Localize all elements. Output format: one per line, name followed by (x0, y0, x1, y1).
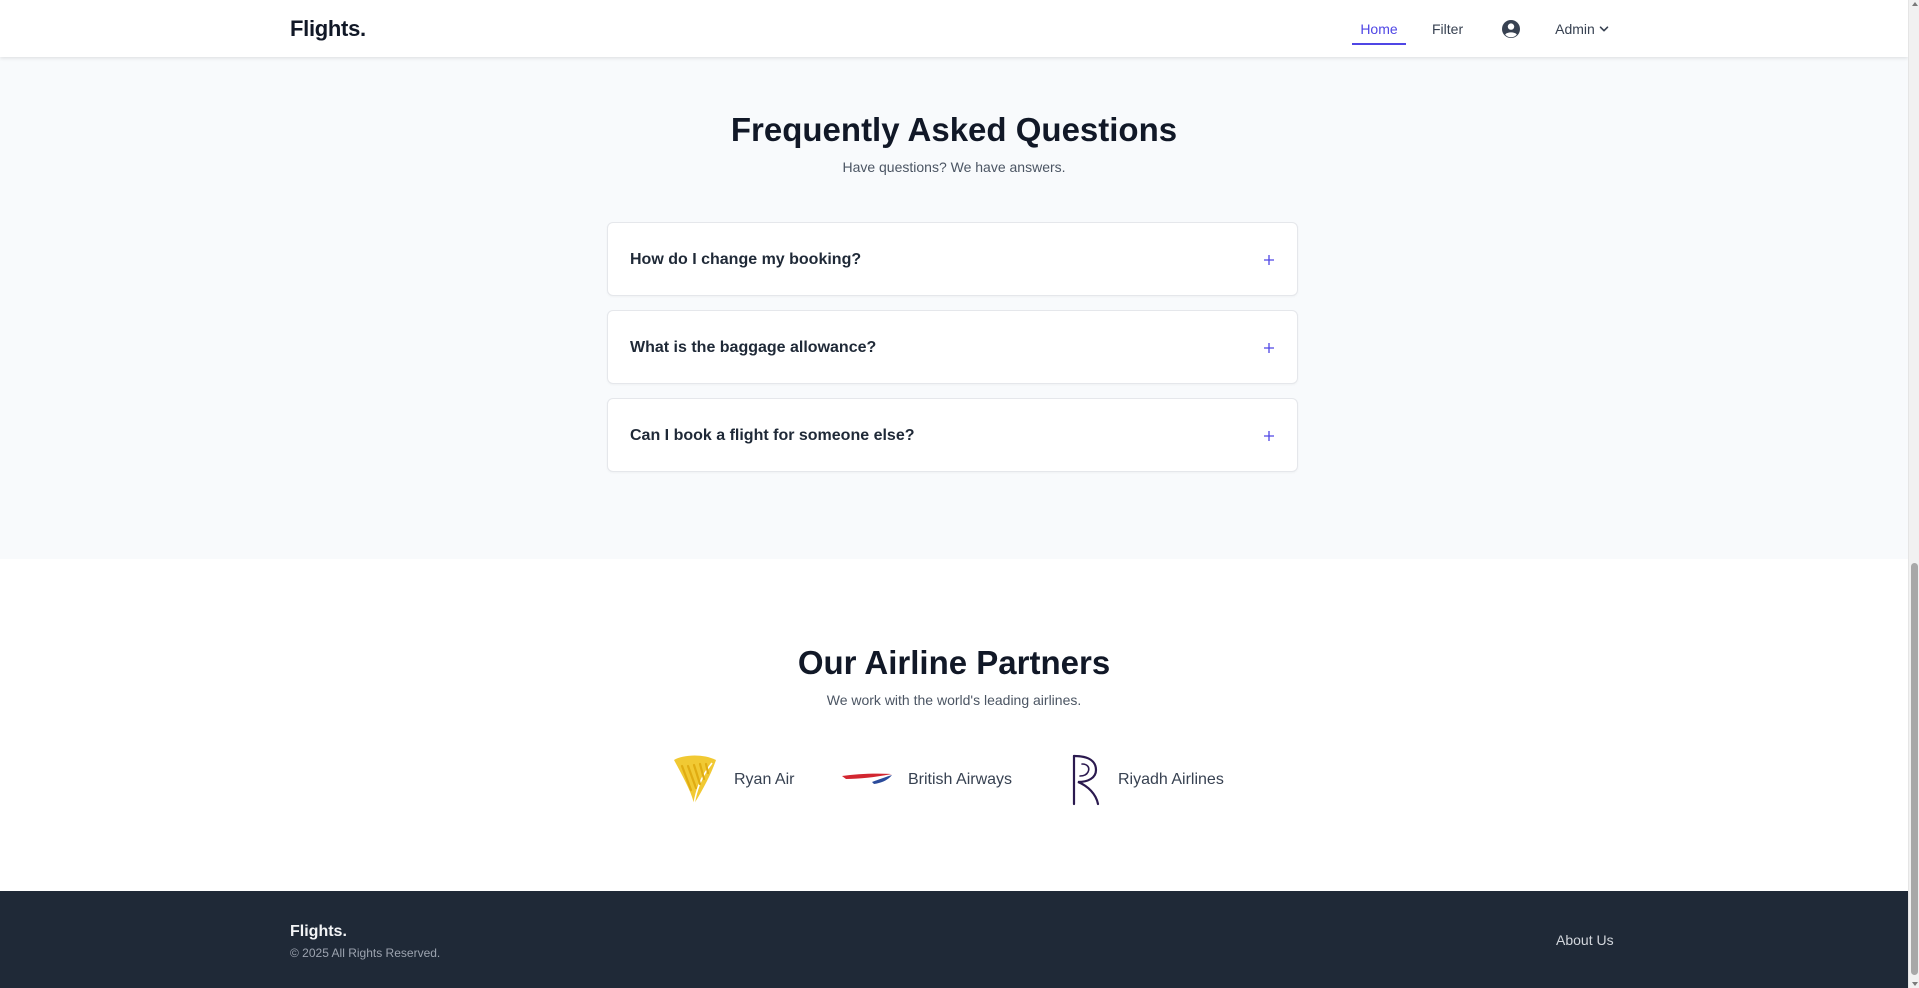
footer-brand: Flights. (290, 923, 347, 940)
admin-label: Admin (1555, 20, 1595, 37)
plus-icon[interactable] (1263, 399, 1275, 473)
faq-item[interactable]: What is the baggage allowance? (607, 310, 1298, 384)
user-circle-icon[interactable] (1501, 19, 1521, 39)
faq-item[interactable]: Can I book a flight for someone else? (607, 398, 1298, 472)
faq-subtitle: Have questions? We have answers. (842, 159, 1066, 175)
page-scrollbar[interactable] (1908, 0, 1919, 988)
partner-ryanair: Ryan Air (672, 752, 794, 808)
nav-filter-link[interactable]: Filter (1424, 0, 1471, 57)
british-airways-speedmarque-logo (842, 770, 892, 790)
faq-section: Frequently Asked Questions Have question… (0, 57, 1908, 559)
faq-question: What is the baggage allowance? (630, 339, 877, 356)
scroll-up-arrow-icon[interactable] (1912, 2, 1918, 6)
page: Flights. Home Filter Admin Frequently As… (0, 0, 1919, 988)
brand-logo[interactable]: Flights. (290, 16, 366, 42)
plus-icon[interactable] (1263, 223, 1275, 297)
faq-item[interactable]: How do I change my booking? (607, 222, 1298, 296)
partner-name: Riyadh Airlines (1118, 771, 1224, 788)
chevron-down-icon (1598, 23, 1610, 35)
partner-name: Ryan Air (734, 771, 795, 788)
partners-title: Our Airline Partners (797, 644, 1111, 681)
about-us-link[interactable]: About Us (1556, 932, 1614, 948)
partners-subtitle: We work with the world's leading airline… (826, 692, 1082, 708)
partner-british-airways: British Airways (842, 752, 1012, 808)
footer-copyright: © 2025 All Rights Reserved. (290, 946, 441, 960)
faq-title: Frequently Asked Questions (730, 111, 1178, 148)
faq-question: How do I change my booking? (630, 251, 862, 268)
plus-icon[interactable] (1263, 311, 1275, 385)
scroll-down-arrow-icon[interactable] (1912, 982, 1918, 986)
admin-dropdown[interactable]: Admin (1555, 21, 1610, 37)
site-footer: Flights. © 2025 All Rights Reserved. Abo… (0, 891, 1908, 988)
riyadh-air-r-logo (1066, 752, 1102, 808)
scrollbar-thumb[interactable] (1911, 563, 1918, 975)
nav-links: Home Filter Admin (1350, 0, 1610, 57)
partner-riyadh-airlines: Riyadh Airlines (1066, 752, 1224, 808)
partners-section: Our Airline Partners We work with the wo… (0, 559, 1908, 891)
partner-name: British Airways (908, 771, 1013, 788)
top-navbar: Flights. Home Filter Admin (0, 0, 1908, 57)
nav-home-link[interactable]: Home (1350, 0, 1408, 57)
ryanair-harp-logo (672, 754, 718, 806)
faq-question: Can I book a flight for someone else? (630, 427, 915, 444)
